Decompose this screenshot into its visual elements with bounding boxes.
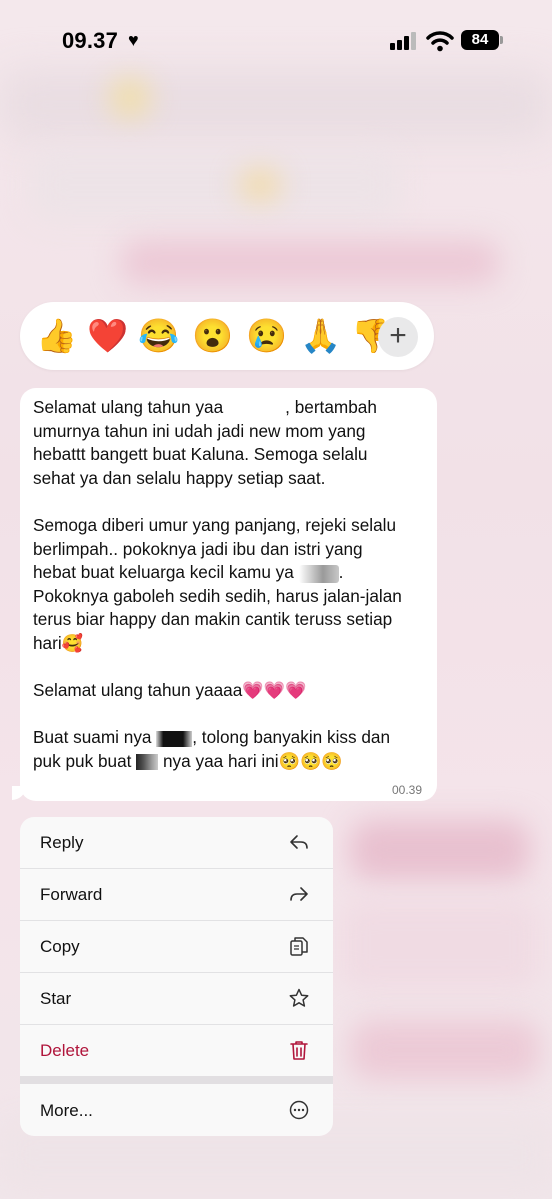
trash-icon [290,1041,308,1060]
message-line: hebattt bangett buat Kaluna. Semoga sela… [33,444,368,465]
wifi-icon [426,31,454,52]
copy-menu-item[interactable]: Copy [20,921,333,973]
message-line: umurnya tahun ini udah jadi new mom yang [33,420,366,441]
message-line: nya yaa hari ini🥺🥺🥺 [163,750,343,771]
menu-divider [20,1076,333,1084]
battery-indicator: 84 [461,30,499,50]
message-line: Semoga diberi umur yang panjang, rejeki … [33,514,397,535]
copy-icon [290,937,308,956]
redacted-name [136,754,159,771]
reaction-thumbs-up[interactable]: 👍 [36,318,77,354]
delete-label: Delete [40,1041,90,1060]
message-line: terus biar happy dan makin cantik teruss… [33,609,393,630]
reply-label: Reply [40,833,84,852]
message-line: Selamat ulang tahun yaaaa💗💗💗 [33,680,307,701]
message-line: hebat buat keluarga kecil kamu ya [33,562,294,583]
reaction-pray[interactable]: 🙏 [300,318,341,354]
star-menu-item[interactable]: Star [20,973,333,1025]
forward-icon [290,887,308,901]
reply-menu-item[interactable]: Reply [20,817,333,869]
message-line: puk puk buat [33,750,132,771]
message-line: sehat ya dan selalu happy setiap saat. [33,467,326,488]
message-line: . [338,562,344,583]
reaction-surprised[interactable]: 😮 [192,318,233,354]
more-reactions-button[interactable]: + [378,317,418,357]
more-label: More... [40,1101,93,1120]
reaction-sad[interactable]: 😢 [246,318,287,354]
message-line: Pokoknya gaboleh sedih sedih, harus jala… [33,585,402,606]
forward-label: Forward [40,885,103,904]
star-label: Star [40,989,72,1008]
redacted-name [298,564,339,583]
battery-tip [500,36,503,44]
copy-label: Copy [40,937,80,956]
message-line: hari🥰 [33,632,84,653]
message-line: Buat suami nya [33,727,152,748]
message-line: , bertambah [285,397,377,417]
reaction-heart[interactable]: ❤️ [87,318,128,354]
status-time: 09.37 [62,28,119,53]
more-menu-item[interactable]: More... [20,1085,333,1136]
message-timestamp: 00.39 [392,783,423,797]
message-text: Selamat ulang tahun yaa , bertambah umurn… [33,396,428,774]
message-line: Selamat ulang tahun yaa [33,397,224,417]
reaction-bar: 👍 ❤️ 😂 😮 😢 🙏 👎 [20,302,434,370]
forward-menu-item[interactable]: Forward [20,869,333,921]
delete-menu-item[interactable]: Delete [20,1025,333,1076]
message-line: , tolong banyakin kiss dan [192,727,391,748]
star-icon [289,988,309,1007]
redacted-name [156,730,193,747]
ellipsis-circle-icon [289,1100,309,1120]
message-line: berlimpah.. pokoknya jadi ibu dan istri … [33,538,363,559]
reply-icon [290,835,308,849]
message-context-menu: Reply Forward Copy Star Delete More... [20,817,333,1136]
heart-icon: ♥ [128,30,139,50]
cellular-signal-icon [390,32,420,50]
status-bar: 09.37 ♥ 84 [0,0,552,80]
reaction-laugh[interactable]: 😂 [138,318,179,354]
